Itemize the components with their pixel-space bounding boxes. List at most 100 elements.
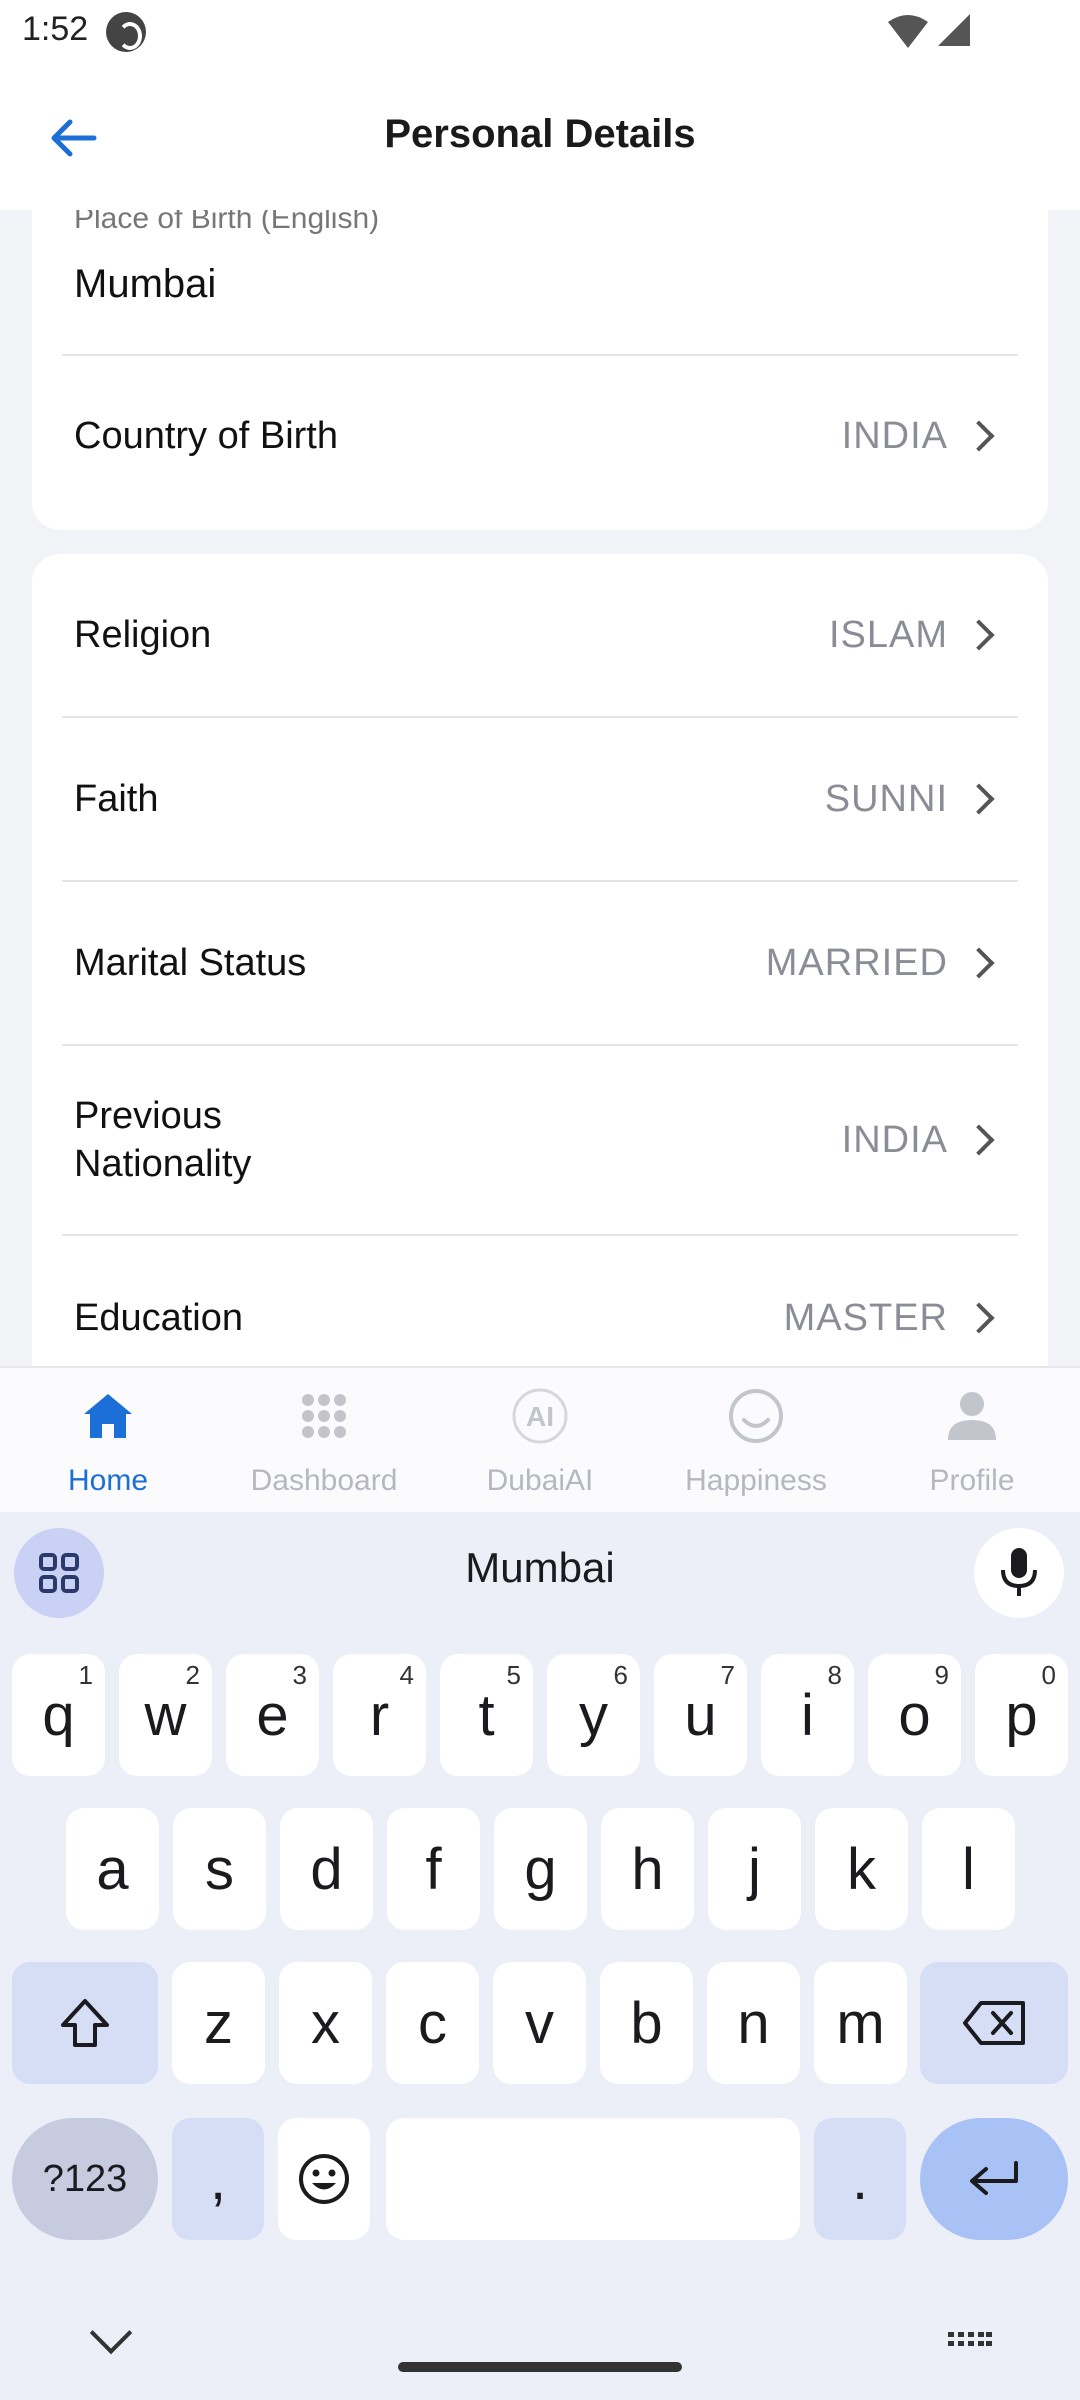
key-a-label: a: [96, 1836, 129, 1902]
chevron-right-icon: [963, 1302, 995, 1334]
key-a[interactable]: a: [66, 1808, 159, 1930]
backspace-key[interactable]: [920, 1962, 1068, 2084]
enter-key[interactable]: [920, 2118, 1068, 2240]
key-e-label: e: [256, 1682, 289, 1748]
key-x-label: x: [311, 1990, 340, 2056]
key-r[interactable]: r4: [333, 1654, 426, 1776]
microphone-icon: [1001, 1548, 1037, 1596]
key-e[interactable]: e3: [226, 1654, 319, 1776]
education-label: Education: [74, 1297, 244, 1339]
key-i[interactable]: i8: [761, 1654, 854, 1776]
enter-arrow-icon: [970, 2161, 1018, 2195]
key-l[interactable]: l: [922, 1808, 1015, 1930]
backspace-icon: [963, 2001, 1025, 2045]
faith-value: SUNNI: [824, 777, 948, 820]
key-o[interactable]: o9: [868, 1654, 961, 1776]
key-e-hint: 3: [292, 1660, 307, 1690]
key-p[interactable]: p0: [975, 1654, 1068, 1776]
symbols-key[interactable]: ?123: [12, 2118, 158, 2240]
nav-item-happiness[interactable]: Happiness: [648, 1368, 864, 1514]
shift-key[interactable]: [12, 1962, 158, 2084]
key-z-label: z: [204, 1990, 233, 2056]
emoji-key[interactable]: [278, 2118, 370, 2240]
sync-icon: [106, 12, 146, 52]
birth-details-card: Place of Birth (English) Mumbai Country …: [32, 210, 1048, 530]
key-u[interactable]: u7: [654, 1654, 747, 1776]
faith-row[interactable]: Faith SUNNI: [32, 718, 1048, 880]
key-c[interactable]: c: [386, 1962, 479, 2084]
hide-keyboard-chevron-icon[interactable]: [89, 2311, 133, 2355]
bottom-navigation: Home Dashboard AI DubaiAI Happiness Prof…: [0, 1366, 1080, 1512]
key-y[interactable]: y6: [547, 1654, 640, 1776]
key-f[interactable]: f: [387, 1808, 480, 1930]
key-m-label: m: [836, 1990, 885, 2056]
key-w-hint: 2: [185, 1660, 200, 1690]
key-n[interactable]: n: [707, 1962, 800, 2084]
key-h-label: h: [631, 1836, 664, 1902]
key-v[interactable]: v: [493, 1962, 586, 2084]
keyboard-suggestion[interactable]: Mumbai: [0, 1544, 1080, 1592]
keyboard-switch-icon[interactable]: [948, 2332, 992, 2352]
nav-label-dashboard: Dashboard: [250, 1464, 398, 1497]
education-row[interactable]: Education MASTER: [32, 1236, 1048, 1366]
key-t[interactable]: t5: [440, 1654, 533, 1776]
key-g[interactable]: g: [494, 1808, 587, 1930]
faith-label: Faith: [74, 778, 159, 820]
voice-input-button[interactable]: [974, 1528, 1064, 1618]
key-k-label: k: [847, 1836, 876, 1902]
key-b[interactable]: b: [600, 1962, 693, 2084]
key-s[interactable]: s: [173, 1808, 266, 1930]
key-w[interactable]: w2: [119, 1654, 212, 1776]
key-m[interactable]: m: [814, 1962, 907, 2084]
chevron-right-icon: [963, 947, 995, 979]
nav-item-home[interactable]: Home: [0, 1368, 216, 1514]
nav-item-profile[interactable]: Profile: [864, 1368, 1080, 1514]
comma-key[interactable]: ,: [172, 2118, 264, 2240]
key-i-hint: 8: [827, 1660, 842, 1690]
key-h[interactable]: h: [601, 1808, 694, 1930]
shift-arrow-icon: [61, 1999, 109, 2047]
nav-label-home: Home: [67, 1464, 149, 1497]
marital-status-value: MARRIED: [765, 941, 948, 984]
status-bar: 1:52: [0, 0, 1080, 64]
key-t-hint: 5: [506, 1660, 521, 1690]
key-k[interactable]: k: [815, 1808, 908, 1930]
key-f-label: f: [425, 1836, 442, 1902]
chevron-right-icon: [963, 619, 995, 651]
key-q-label: q: [42, 1682, 75, 1748]
key-u-hint: 7: [720, 1660, 735, 1690]
previous-nationality-label: Previous Nationality: [74, 1095, 252, 1185]
key-o-label: o: [898, 1682, 931, 1748]
key-z[interactable]: z: [172, 1962, 265, 2084]
key-y-hint: 6: [613, 1660, 628, 1690]
home-icon: [84, 1394, 132, 1438]
key-j[interactable]: j: [708, 1808, 801, 1930]
place-of-birth-input[interactable]: Mumbai: [74, 262, 216, 307]
key-u-label: u: [684, 1682, 717, 1748]
space-key[interactable]: [386, 2118, 800, 2240]
key-x[interactable]: x: [279, 1962, 372, 2084]
key-q[interactable]: q1: [12, 1654, 105, 1776]
key-o-hint: 9: [934, 1660, 949, 1690]
key-d[interactable]: d: [280, 1808, 373, 1930]
key-j-label: j: [748, 1836, 761, 1902]
personal-details-form: Place of Birth (English) Mumbai Country …: [0, 210, 1080, 1366]
religion-value: ISLAM: [828, 613, 948, 656]
key-p-label: p: [1005, 1682, 1038, 1748]
key-l-label: l: [962, 1836, 975, 1902]
previous-nationality-row[interactable]: Previous Nationality INDIA: [32, 1046, 1048, 1234]
nav-label-dubai-ai: DubaiAI: [486, 1464, 594, 1497]
country-of-birth-row[interactable]: Country of Birth INDIA: [32, 356, 1048, 516]
chevron-right-icon: [963, 1124, 995, 1156]
marital-status-row[interactable]: Marital Status MARRIED: [32, 882, 1048, 1044]
nav-item-dashboard[interactable]: Dashboard: [216, 1368, 432, 1514]
religion-label: Religion: [74, 614, 212, 656]
cellular-signal-icon: [938, 14, 970, 46]
emoji-smiley-icon: [299, 2154, 349, 2204]
nav-item-dubai-ai[interactable]: AI DubaiAI: [432, 1368, 648, 1514]
period-key[interactable]: .: [814, 2118, 906, 2240]
key-c-label: c: [418, 1990, 447, 2056]
religion-row[interactable]: Religion ISLAM: [32, 554, 1048, 716]
key-v-label: v: [525, 1990, 554, 2056]
key-r-hint: 4: [399, 1660, 414, 1690]
